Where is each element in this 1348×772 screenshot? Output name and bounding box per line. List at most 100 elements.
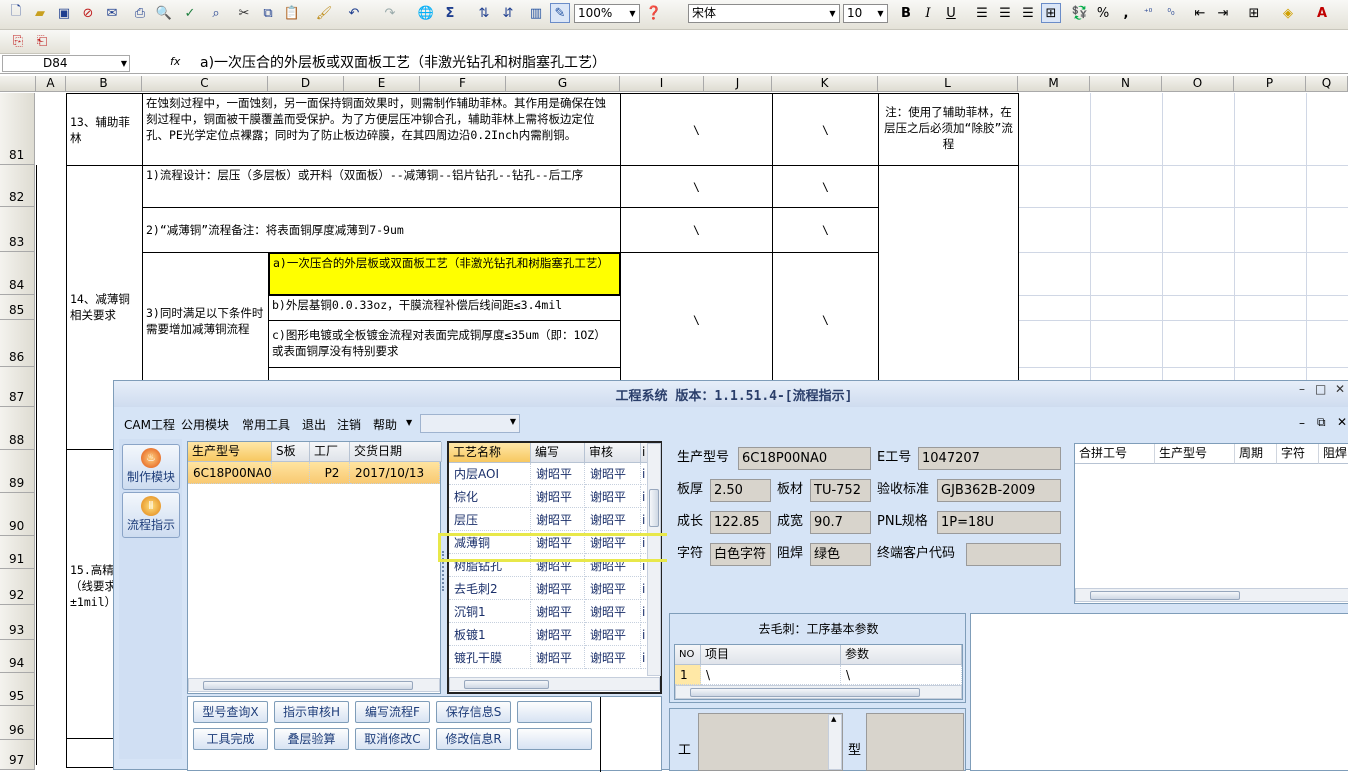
pnl-field[interactable]: 1P=18U — [937, 511, 1061, 534]
table-row[interactable]: 板镀1 谢昭平 谢昭平 i — [449, 624, 648, 647]
mdi-restore-icon[interactable]: ⧉ — [1317, 415, 1326, 430]
copy-icon[interactable]: ⧉ — [258, 3, 278, 23]
row-header[interactable]: 92 — [0, 569, 35, 605]
grid-header[interactable]: 周期 — [1235, 444, 1277, 464]
autosum-icon[interactable]: Σ — [440, 3, 460, 23]
row-header[interactable]: 90 — [0, 493, 35, 536]
e-no-field[interactable]: 1047207 — [918, 447, 1061, 470]
mdi-close-icon[interactable]: ✕ — [1337, 415, 1347, 429]
comma-button[interactable]: , — [1116, 3, 1136, 23]
undo-icon[interactable]: ↶ — [344, 3, 364, 23]
italic-button[interactable]: I — [918, 3, 938, 23]
cell-k81[interactable]: \ — [772, 93, 879, 166]
cell-i83[interactable]: \ — [620, 207, 773, 253]
menu-common-tools[interactable]: 常用工具 — [242, 416, 290, 433]
solder-field[interactable]: 绿色 — [810, 543, 871, 566]
select-all-corner[interactable] — [0, 76, 36, 92]
row-header[interactable]: 83 — [0, 207, 35, 252]
review-button[interactable]: 指示审核H — [274, 701, 349, 723]
grid-header[interactable]: 工厂 — [310, 442, 350, 462]
vertical-scrollbar[interactable]: ▲ — [828, 714, 842, 770]
font-name-select[interactable]: 宋体 ▼ — [688, 4, 840, 23]
increase-indent-icon[interactable]: ⇥ — [1213, 3, 1233, 23]
blank-button-2[interactable] — [517, 728, 592, 750]
cell-c83[interactable]: 2)“减薄铜”流程备注：将表面铜厚度减薄到7-9um — [142, 207, 621, 253]
table-row[interactable]: 层压 谢昭平 谢昭平 i — [449, 509, 648, 532]
row-header[interactable]: 95 — [0, 673, 35, 706]
horizontal-scrollbar[interactable] — [449, 677, 660, 691]
table-row[interactable]: 6C18P00NA0 P2 2017/10/13 — [188, 462, 440, 484]
column-header[interactable]: K — [772, 76, 878, 92]
lower-textarea-2[interactable] — [866, 713, 964, 771]
percent-button[interactable]: % — [1093, 3, 1113, 23]
cell-d84-selected[interactable]: a)一次压合的外层板或双面板工艺（非激光钻孔和树脂塞孔工艺） — [268, 252, 621, 296]
row-header[interactable]: 82 — [0, 165, 35, 207]
font-size-select[interactable]: 10 ▼ — [843, 4, 888, 23]
horizontal-scrollbar[interactable] — [1075, 588, 1348, 602]
row-header[interactable]: 85 — [0, 295, 35, 320]
fill-color-icon[interactable]: ◈ — [1278, 3, 1298, 23]
horizontal-scrollbar[interactable] — [188, 678, 440, 692]
menu-public-module[interactable]: 公用模块 — [181, 416, 229, 433]
grid-header[interactable]: 编写 — [531, 443, 585, 463]
column-header[interactable]: B — [66, 76, 142, 92]
align-right-icon[interactable]: ☰ — [1018, 3, 1038, 23]
hyperlink-icon[interactable]: 🌐 — [416, 3, 436, 23]
cell-i86[interactable]: \ — [620, 252, 773, 387]
menu-help[interactable]: 帮助 — [373, 416, 397, 433]
print-preview-icon[interactable]: 🔍 — [154, 3, 174, 23]
cell-c82[interactable]: 1)流程设计：层压（多层板）或开料（双面板）--减薄铜--铝片钻孔--钻孔--后… — [142, 165, 621, 208]
font-color-icon[interactable]: A — [1312, 3, 1332, 23]
length-field[interactable]: 122.85 — [710, 511, 771, 534]
customer-field[interactable] — [966, 543, 1061, 566]
column-header[interactable]: I — [620, 76, 704, 92]
row-header[interactable]: 86 — [0, 320, 35, 367]
lower-textarea-1[interactable] — [698, 713, 843, 771]
grid-header[interactable]: 交货日期 — [350, 442, 442, 462]
material-field[interactable]: TU-752 — [810, 479, 871, 502]
menu-exit[interactable]: 退出 — [302, 416, 326, 433]
menu-logout[interactable]: 注销 — [337, 416, 361, 433]
grid-header[interactable]: 工艺名称 — [449, 443, 531, 463]
menu-cam[interactable]: CAM工程 — [124, 416, 175, 433]
redo-icon[interactable]: ↷ — [380, 3, 400, 23]
merge-center-icon[interactable]: ⊞ — [1041, 3, 1061, 23]
column-header[interactable]: F — [420, 76, 506, 92]
column-header[interactable]: G — [506, 76, 620, 92]
row-header[interactable]: 87 — [0, 367, 35, 407]
horizontal-scrollbar[interactable] — [675, 685, 962, 699]
process-guide-button[interactable]: Ⅱ 流程指示 — [122, 492, 180, 538]
row-header[interactable]: 93 — [0, 605, 35, 640]
bold-button[interactable]: B — [896, 3, 916, 23]
cell-c86[interactable]: 3)同时满足以下条件时需要增加减薄铜流程 — [142, 252, 269, 387]
char-field[interactable]: 白色字符 — [710, 543, 771, 566]
row-header[interactable]: 88 — [0, 407, 35, 450]
blank-button[interactable] — [517, 701, 592, 723]
row-header[interactable]: 84 — [0, 252, 35, 295]
underline-button[interactable]: U — [941, 3, 961, 23]
open-folder-icon[interactable]: ▰ — [30, 3, 50, 23]
increase-decimal-icon[interactable]: ⁺⁰ — [1138, 3, 1158, 23]
prod-model-field[interactable]: 6C18P00NA0 — [738, 447, 871, 470]
minimize-icon[interactable]: – — [1299, 382, 1305, 396]
column-header[interactable]: C — [142, 76, 268, 92]
grid-header[interactable]: 项目 — [701, 645, 841, 665]
column-header[interactable]: N — [1090, 76, 1162, 92]
save-icon[interactable]: ▣ — [54, 3, 74, 23]
thickness-field[interactable]: 2.50 — [710, 479, 771, 502]
decrease-indent-icon[interactable]: ⇤ — [1190, 3, 1210, 23]
borders-icon[interactable]: ⊞ — [1244, 3, 1264, 23]
align-left-icon[interactable]: ☰ — [972, 3, 992, 23]
row-header[interactable]: 97 — [0, 740, 35, 770]
grid-header[interactable]: 阻焊 — [1319, 444, 1348, 464]
cell-k82[interactable]: \ — [772, 165, 879, 208]
save-info-button[interactable]: 保存信息S — [436, 701, 511, 723]
menu-combo[interactable]: ▼ — [420, 414, 520, 433]
cell-i82[interactable]: \ — [620, 165, 773, 208]
row-header[interactable]: 96 — [0, 706, 35, 740]
sort-descending-icon[interactable]: ⇵ — [498, 3, 518, 23]
column-header[interactable]: O — [1162, 76, 1234, 92]
row-header[interactable]: 91 — [0, 536, 35, 569]
table-row[interactable]: 棕化 谢昭平 谢昭平 i — [449, 486, 648, 509]
modify-info-button[interactable]: 修改信息R — [436, 728, 511, 750]
